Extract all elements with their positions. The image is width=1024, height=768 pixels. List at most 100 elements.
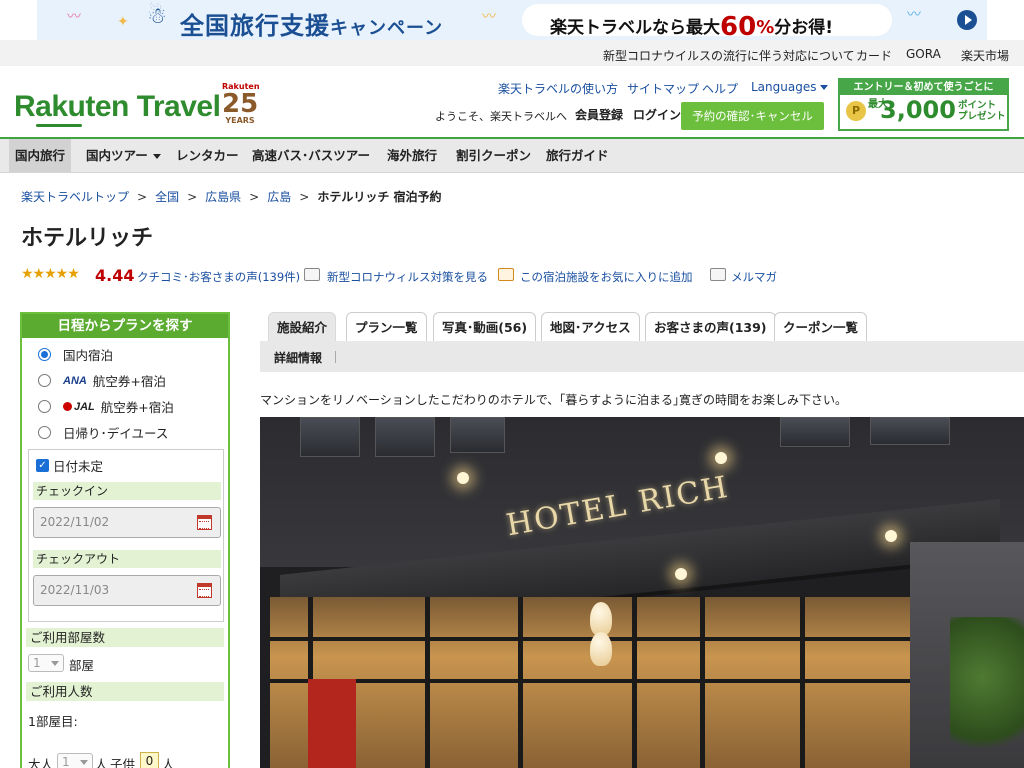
confetti-decoration: ✦ [117,14,129,30]
confetti-decoration: 〰 [482,9,496,25]
plan-search-panel: 日程からプランを探す 国内宿泊 ANA 航空券+宿泊 JAL 航空券+宿泊 日帰… [20,312,230,768]
entry-campaign-ad[interactable]: エントリー＆初めて使うごとに P 最大 3,000 ポイント プレゼント [838,78,1009,131]
option-ana-flight-stay[interactable]: ANA 航空券+宿泊 [38,371,166,390]
favorite-link[interactable]: この宿泊施設をお気に入りに追加 [520,269,693,285]
adult-select[interactable]: 1 [57,753,93,768]
login-link[interactable]: ログイン [633,106,681,123]
global-nav: 国内旅行 国内ツアー レンタカー 高速バス･バスツアー 海外旅行 割引クーポン … [0,139,1024,173]
reservation-check-button[interactable]: 予約の確認･キャンセル [681,102,824,130]
campaign-banner[interactable]: 〰 ✦ ☃ 〰 〰 全国旅行支援キャンペーン 楽天トラベルなら最大60%分お得! [37,0,987,40]
nav-domestic-travel[interactable]: 国内旅行 [9,139,72,172]
tab-plans[interactable]: プラン一覧 [346,312,427,341]
subnav-details-link[interactable]: 詳細情報 [274,349,322,366]
child-label: 子供 [110,757,136,768]
ichiba-link[interactable]: 楽天市場 [961,47,1009,64]
welcome-text: ようこそ、楽天トラベルへ [435,110,567,123]
lamp-decoration [715,452,727,464]
breadcrumb-separator: > [187,190,198,204]
option-jal-flight-stay[interactable]: JAL 航空券+宿泊 [38,397,174,416]
point-coin-icon: P [846,101,866,121]
radio-selected[interactable] [38,348,51,361]
date-undecided-checkbox[interactable]: ✓ 日付未定 [36,456,103,475]
radio-unselected[interactable] [38,400,51,413]
nav-bus[interactable]: 高速バス･バスツアー [246,139,376,172]
breadcrumb: 楽天トラベルトップ > 全国 > 広島県 > 広島 > ホテルリッチ 宿泊予約 [21,188,442,205]
checkout-label: チェックアウト [33,550,221,568]
play-icon[interactable] [957,10,977,30]
review-link[interactable]: クチコミ･お客さまの声(139件) [137,269,300,285]
mascot-icon: ☃ [147,4,167,29]
nav-coupon[interactable]: 割引クーポン [450,139,537,172]
breadcrumb-separator: > [137,190,148,204]
option-domestic-stay[interactable]: 国内宿泊 [38,345,113,364]
radio-unselected[interactable] [38,374,51,387]
utility-bar: 新型コロナウイルスの流行に伴う対応について カード GORA 楽天市場 [0,40,1024,66]
chevron-down-icon [152,154,161,159]
tab-reviews[interactable]: お客さまの声(139) [645,312,776,341]
ana-logo-icon: ANA [63,374,87,387]
breadcrumb-area[interactable]: 広島 [267,190,291,204]
tab-coupons[interactable]: クーポン一覧 [774,312,868,341]
checkin-date-input[interactable]: 2022/11/02 [33,507,221,538]
rating-stars-icon: ★★★★★ [21,266,80,282]
nav-guide[interactable]: 旅行ガイド [540,139,615,172]
hotel-description: マンションをリノベーションしたこだわりのホテルで、｢暮らすように泊まる｣寛ぎの時… [260,393,848,407]
breadcrumb-current: ホテルリッチ 宿泊予約 [317,190,442,204]
facility-tabs: 施設紹介 プラン一覧 写真･動画(56) 地図･アクセス お客さまの声(139)… [260,312,1024,341]
tab-photos[interactable]: 写真･動画(56) [433,312,537,341]
confetti-decoration: 〰 [67,9,81,25]
vase-decoration [590,602,612,636]
entry-ad-amount: 3,000 [880,96,956,124]
child-input[interactable]: 0 [140,752,159,768]
breadcrumb-top[interactable]: 楽天トラベルトップ [21,190,129,204]
gora-link[interactable]: GORA [906,47,941,61]
room1-label: 1部屋目: [28,714,78,729]
banner-title: 全国旅行支援キャンペーン [180,12,444,40]
nav-rental-car[interactable]: レンタカー [170,139,245,172]
nav-overseas[interactable]: 海外旅行 [381,139,443,172]
rooms-select[interactable]: 1 [28,654,64,672]
campaign-banner-area: 〰 ✦ ☃ 〰 〰 全国旅行支援キャンペーン 楽天トラベルなら最大60%分お得! [0,0,1024,40]
register-link[interactable]: 会員登録 [575,106,623,123]
site-header: Rakuten Travel Rakuten 25 YEARS 楽天トラベルの使… [0,66,1024,139]
banner-offer: 楽天トラベルなら最大60%分お得! [522,4,892,40]
rating-score: 4.44 [95,266,135,285]
checkbox-checked-icon[interactable]: ✓ [36,459,49,472]
breadcrumb-separator: > [299,190,310,204]
lamp-decoration [885,530,897,542]
mail-magazine-link[interactable]: メルマガ [731,269,777,285]
howto-link[interactable]: 楽天トラベルの使い方 [498,80,618,97]
rakuten-travel-logo[interactable]: Rakuten Travel [14,90,221,127]
chevron-down-icon [820,85,829,90]
checkout-date-input[interactable]: 2022/11/03 [33,575,221,606]
vase-decoration [590,632,612,666]
calendar-icon[interactable] [197,515,212,530]
calendar-icon[interactable] [197,583,212,598]
option-day-use[interactable]: 日帰り･デイユース [38,423,168,442]
photo-red-panel [308,679,356,768]
tab-facility-intro[interactable]: 施設紹介 [268,312,337,341]
radio-unselected[interactable] [38,426,51,439]
covid-notice-link[interactable]: 新型コロナウイルスの流行に伴う対応について [603,47,855,64]
breadcrumb-prefecture[interactable]: 広島県 [205,190,241,204]
adult-label: 大人 [28,757,54,768]
people-label: ご利用人数 [26,682,224,701]
lamp-decoration [675,568,687,580]
help-link[interactable]: ヘルプ [702,80,738,97]
sub-nav: 詳細情報 [260,341,1024,372]
lamp-decoration [457,472,469,484]
breadcrumb-all[interactable]: 全国 [155,190,179,204]
rooms-label: ご利用部屋数 [26,628,224,647]
hotel-main-photo[interactable]: HOTEL RICH [260,417,1024,768]
nav-domestic-tour[interactable]: 国内ツアー [80,139,167,172]
entry-ad-points: ポイント プレゼント [958,100,1006,122]
rooms-unit: 部屋 [69,658,95,673]
languages-dropdown[interactable]: Languages [751,80,829,94]
child-unit: 人 [162,757,175,768]
covid-measures-link[interactable]: 新型コロナウィルス対策を見る [327,269,488,285]
card-link[interactable]: カード [856,47,892,64]
confetti-decoration: 〰 [907,7,921,23]
tab-map[interactable]: 地図･アクセス [541,312,640,341]
sitemap-link[interactable]: サイトマップ [627,80,699,97]
entry-ad-heading: エントリー＆初めて使うごとに [840,80,1007,95]
